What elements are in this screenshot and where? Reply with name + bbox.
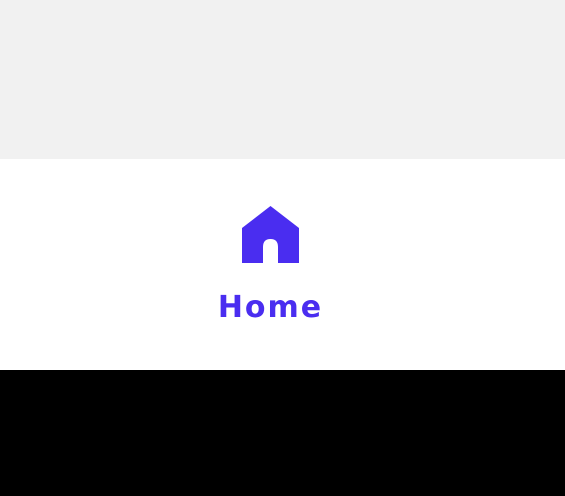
top-area xyxy=(0,0,565,159)
bottom-system-bar xyxy=(0,370,565,496)
navigation-bar: Home xyxy=(0,159,565,370)
home-icon xyxy=(242,206,299,263)
nav-item-label: Home xyxy=(217,290,324,325)
nav-item-home[interactable]: Home xyxy=(200,199,341,329)
home-icon-shape xyxy=(242,206,299,263)
